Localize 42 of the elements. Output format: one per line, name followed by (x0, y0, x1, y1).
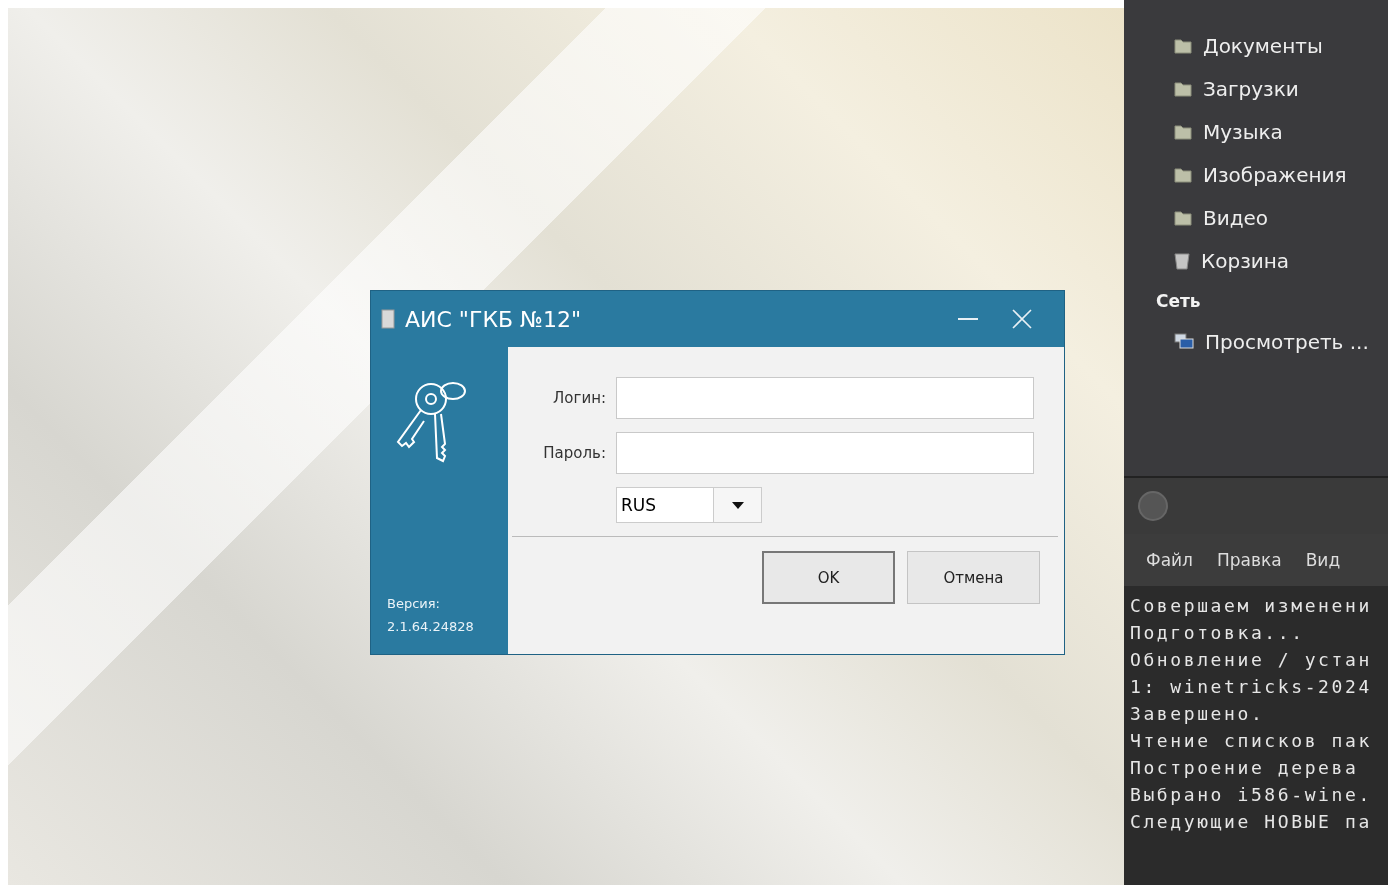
menu-item[interactable]: Вид (1305, 550, 1341, 570)
sidebar-item[interactable]: Видео (1174, 200, 1388, 235)
dialog-title: АИС "ГКБ №12" (405, 306, 583, 332)
terminal-line: Построение дерева (1130, 756, 1360, 780)
terminal-line: Подготовка... (1130, 621, 1306, 645)
folder-icon (1174, 209, 1192, 226)
cancel-button[interactable]: Отмена (907, 551, 1040, 604)
sidebar-item[interactable]: Музыка (1174, 114, 1388, 149)
terminal-line: Чтение списков пак (1130, 729, 1373, 753)
sidebar-item[interactable]: Загрузки (1174, 71, 1388, 106)
trash-icon (1174, 251, 1190, 270)
computers-icon (1174, 333, 1194, 350)
field-label: Пароль: (542, 444, 606, 462)
folder-icon (1174, 80, 1192, 97)
folder-icon (1174, 37, 1192, 54)
folder-icon (1174, 166, 1192, 183)
language-dropdown[interactable]: RUS (616, 487, 762, 523)
sidebar-item[interactable]: Документы (1174, 28, 1388, 63)
sidebar-item[interactable]: Изображения (1174, 157, 1388, 192)
version-label: Версия: (387, 596, 441, 611)
sidebar-item[interactable]: Корзина (1174, 243, 1388, 278)
ok-button[interactable]: OK (762, 551, 895, 604)
terminal-line: 1: winetricks-2024 (1130, 675, 1373, 699)
version-number: 2.1.64.24828 (387, 619, 474, 634)
menu-item[interactable]: Файл (1146, 550, 1193, 570)
terminal-line: Выбрано i586-wine. (1130, 783, 1373, 807)
menu-item[interactable]: Правка (1216, 550, 1282, 570)
folder-icon (1174, 123, 1192, 140)
minimize-icon[interactable] (958, 317, 978, 321)
login-field[interactable] (616, 377, 1034, 419)
terminal-line: Совершаем изменени (1130, 594, 1373, 618)
dropdown-caret-icon (731, 501, 744, 509)
sidebar-item[interactable]: Просмотреть ... (1174, 324, 1388, 359)
close-icon[interactable] (1012, 309, 1032, 329)
terminal-line: Следующие НОВЫЕ па (1130, 810, 1373, 834)
field-label: Логин: (552, 389, 606, 407)
terminal-line: Завершено. (1130, 702, 1266, 726)
password-field[interactable] (616, 432, 1034, 474)
terminal-line: Обновление / устан (1130, 648, 1373, 672)
window-button-icon[interactable] (1138, 491, 1168, 521)
app-icon (381, 309, 395, 329)
section-heading: Сеть (1156, 290, 1202, 313)
